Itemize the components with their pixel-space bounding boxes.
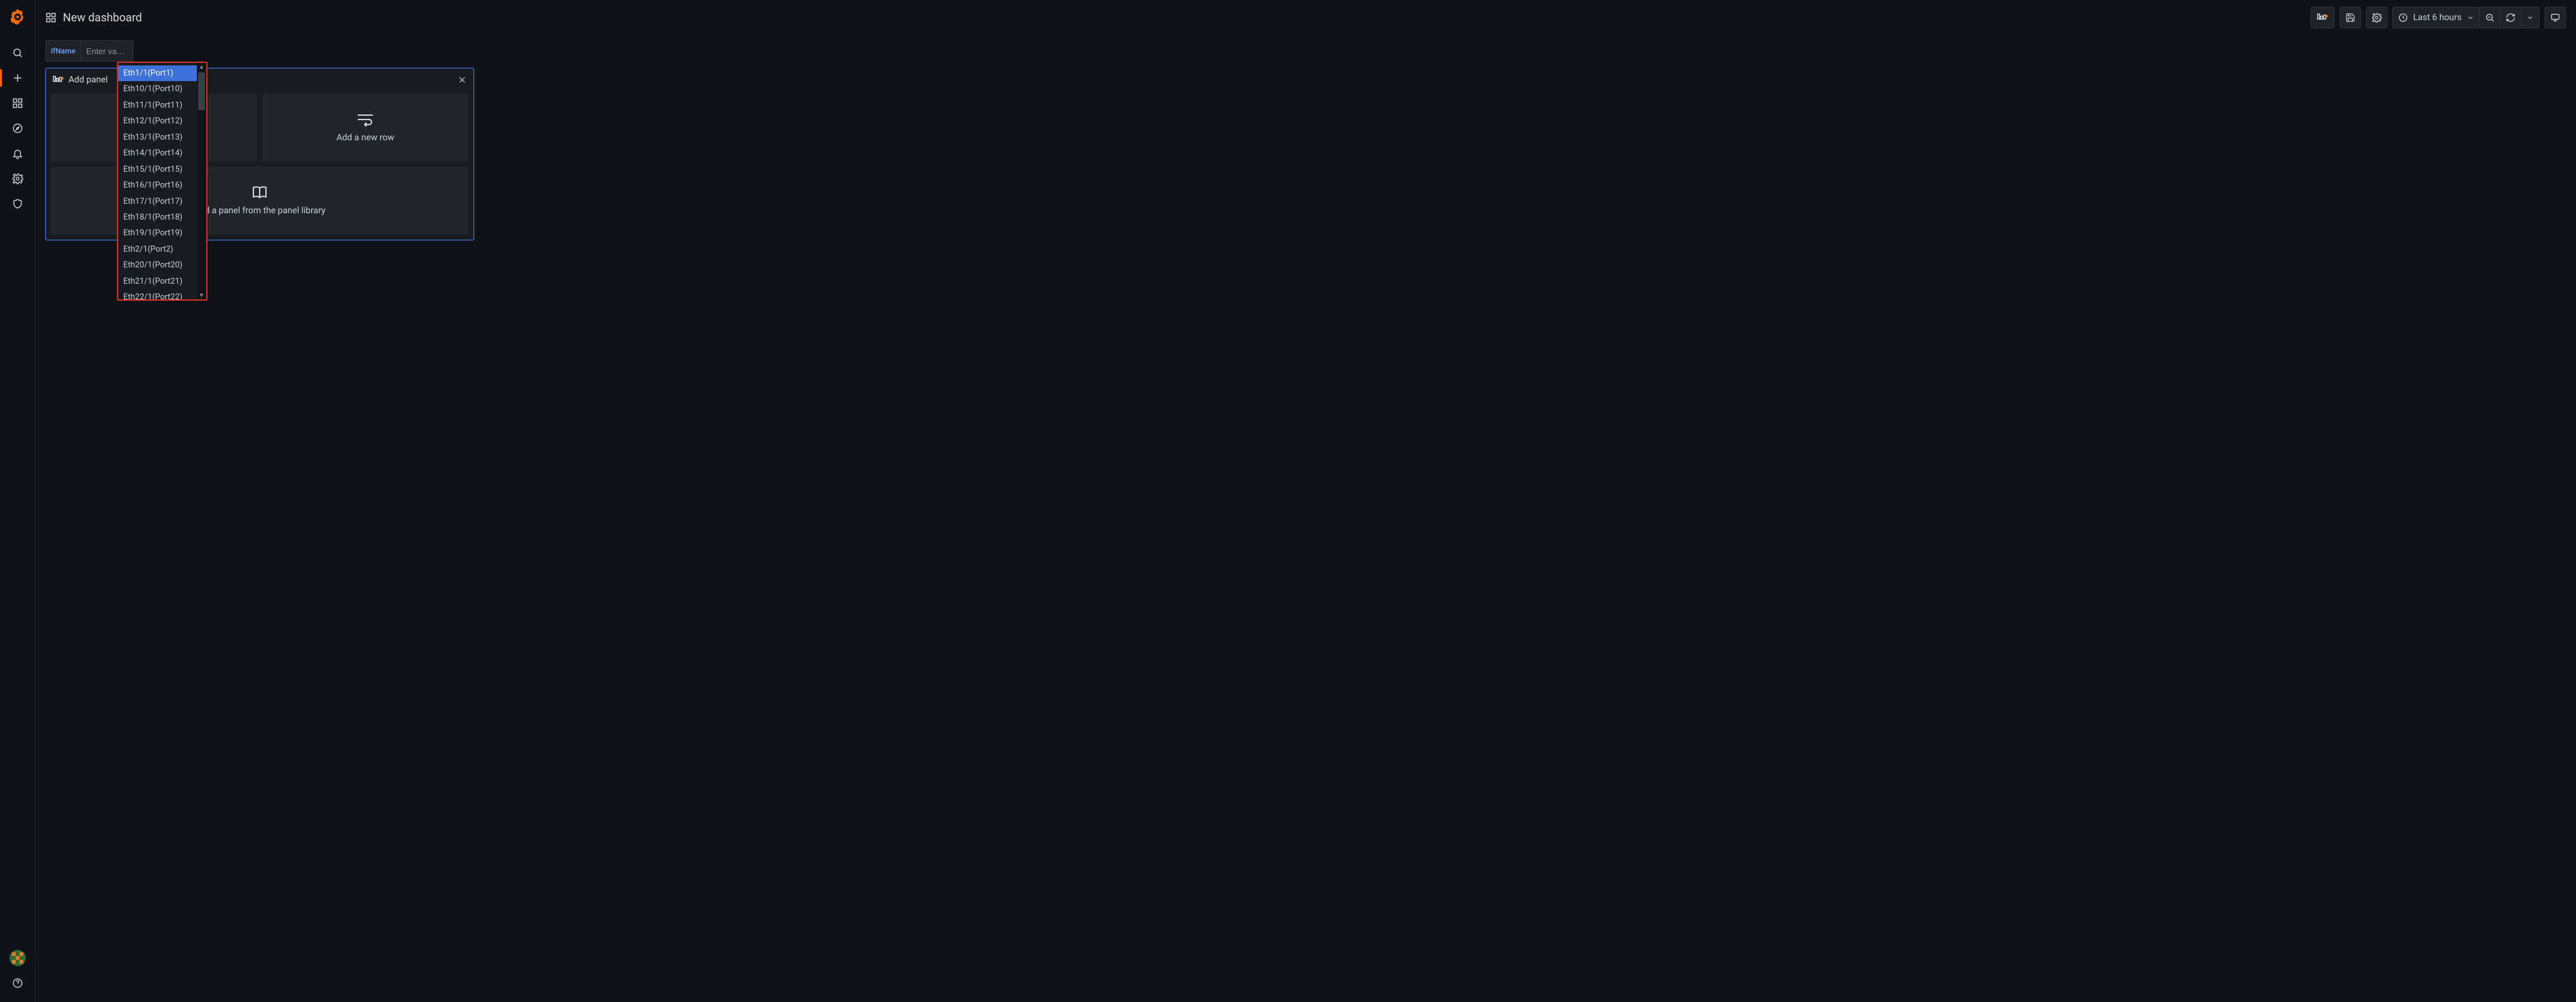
card-label: Add a panel from the panel library (194, 206, 325, 216)
nav-search[interactable] (0, 40, 35, 65)
add-panel-header: Add panel (46, 69, 473, 91)
grafana-logo-icon (9, 9, 26, 26)
grafana-logo[interactable] (0, 0, 35, 35)
scrollbar-down-arrow[interactable]: ▼ (197, 291, 206, 299)
variable-option[interactable]: Eth20/1(Port20) (118, 257, 197, 273)
add-panel-button[interactable] (2311, 7, 2335, 28)
nav-server-admin[interactable] (0, 191, 35, 216)
variable-input[interactable] (80, 40, 133, 62)
time-picker-button[interactable]: Last 6 hours (2392, 7, 2480, 28)
clock-icon (2398, 13, 2408, 23)
card-add-new-row[interactable]: Add a new row (262, 94, 468, 162)
zoom-out-icon (2485, 13, 2495, 23)
time-picker: Last 6 hours (2392, 7, 2540, 28)
avatar (9, 950, 26, 966)
add-panel-widget: Add panel Add a new panel (45, 68, 474, 240)
nav-user[interactable] (0, 945, 35, 971)
shield-icon (12, 198, 23, 209)
nav-alerting[interactable] (0, 141, 35, 166)
help-icon (12, 977, 23, 989)
dashboards-icon (12, 97, 23, 109)
variable-option[interactable]: Eth11/1(Port11) (118, 97, 197, 113)
wrap-text-icon (357, 113, 374, 126)
main: Add panel Add a new panel (35, 62, 2576, 1002)
nav-help[interactable] (0, 971, 35, 996)
monitor-icon (2550, 13, 2560, 23)
gear-icon (2372, 13, 2382, 23)
variable-dropdown-list[interactable]: Eth1/1(Port1)Eth10/1(Port10)Eth11/1(Port… (118, 63, 197, 299)
close-icon (458, 75, 467, 84)
bell-icon (12, 148, 23, 159)
toolbar: Last 6 hours (2311, 7, 2566, 28)
variable-label[interactable]: ifName (45, 40, 80, 62)
book-open-icon (251, 186, 268, 199)
variable-option[interactable]: Eth18/1(Port18) (118, 209, 197, 225)
variable-option[interactable]: Eth1/1(Port1) (118, 65, 197, 81)
close-button[interactable] (455, 72, 470, 87)
top-bar: New dashboard (35, 0, 2576, 35)
variable-option[interactable]: Eth2/1(Port2) (118, 242, 197, 257)
card-label: Add a new row (336, 133, 394, 143)
compass-icon (12, 123, 23, 134)
cycle-view-button[interactable] (2545, 7, 2566, 28)
time-picker-label: Last 6 hours (2408, 13, 2467, 23)
add-panel-icon (2316, 13, 2329, 23)
scrollbar-thumb[interactable] (198, 72, 205, 110)
page-title[interactable]: New dashboard (63, 11, 142, 25)
chevron-down-icon (2526, 14, 2534, 21)
nav-dashboards[interactable] (0, 91, 35, 116)
variable-option[interactable]: Eth14/1(Port14) (118, 145, 197, 161)
refresh-interval-button[interactable] (2521, 7, 2540, 28)
add-panel-icon (52, 75, 65, 85)
variable-dropdown: Eth1/1(Port1)Eth10/1(Port10)Eth11/1(Port… (117, 62, 207, 301)
search-icon (12, 47, 23, 58)
nav-explore[interactable] (0, 116, 35, 141)
nav-configuration[interactable] (0, 166, 35, 191)
save-dashboard-button[interactable] (2340, 7, 2361, 28)
gear-icon (12, 173, 23, 184)
dashboard-settings-button[interactable] (2366, 7, 2387, 28)
variable-bar: ifName (35, 35, 2576, 67)
variable-option[interactable]: Eth15/1(Port15) (118, 162, 197, 177)
breadcrumb: New dashboard (45, 11, 142, 25)
save-icon (2345, 13, 2355, 23)
variable-option[interactable]: Eth19/1(Port19) (118, 225, 197, 241)
variable-option[interactable]: Eth10/1(Port10) (118, 81, 197, 97)
nav-create[interactable] (0, 65, 35, 91)
dashboards-icon (45, 12, 57, 23)
variable-option[interactable]: Eth16/1(Port16) (118, 177, 197, 193)
variable-option[interactable]: Eth13/1(Port13) (118, 130, 197, 145)
variable-option[interactable]: Eth22/1(Port22) (118, 289, 197, 299)
add-panel-title: Add panel (69, 75, 108, 85)
variable-option[interactable]: Eth12/1(Port12) (118, 113, 197, 129)
zoom-out-button[interactable] (2479, 7, 2501, 28)
card-add-from-library[interactable]: Add a panel from the panel library (51, 167, 468, 235)
refresh-icon (2506, 13, 2516, 23)
scrollbar[interactable]: ▲ ▼ (197, 63, 206, 299)
refresh-button[interactable] (2500, 7, 2521, 28)
scrollbar-up-arrow[interactable]: ▲ (197, 63, 206, 71)
variable-option[interactable]: Eth17/1(Port17) (118, 194, 197, 209)
variable-option[interactable]: Eth21/1(Port21) (118, 274, 197, 289)
plus-icon (12, 72, 23, 84)
left-nav (0, 0, 36, 1002)
chevron-down-icon (2467, 14, 2474, 21)
